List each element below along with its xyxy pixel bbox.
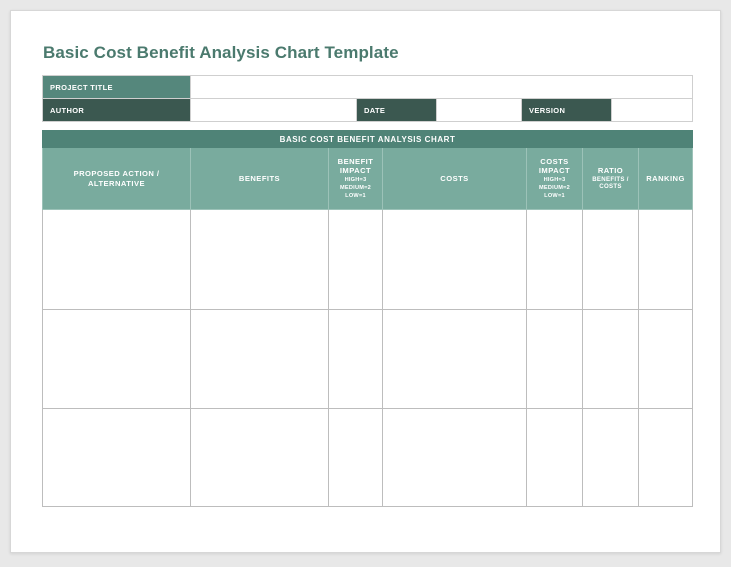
column-header-subline-low: LOW=1 [544, 193, 565, 200]
cell-costs-impact[interactable] [526, 408, 583, 507]
meta-row-author: AUTHOR DATE VERSION 0.0.0 [42, 98, 693, 122]
column-header-subline-high: HIGH=3 [543, 176, 566, 183]
column-header-subline-medium: MEDIUM=2 [339, 184, 372, 191]
column-header-ranking: RANKING [637, 147, 694, 210]
column-header-line2: IMPACT [538, 166, 571, 176]
document-page: Basic Cost Benefit Analysis Chart Templa… [10, 10, 721, 553]
cell-costs[interactable] [382, 209, 527, 310]
cell-ratio[interactable] [582, 408, 639, 507]
date-input[interactable] [436, 98, 522, 122]
column-header-line2: ALTERNATIVE [88, 178, 145, 188]
cell-benefits[interactable] [190, 309, 329, 409]
column-header-line1: COSTS [440, 173, 469, 183]
column-header-subline-low: LOW=1 [345, 193, 366, 200]
cell-ranking[interactable] [637, 309, 694, 409]
column-header-line1: RATIO [597, 166, 624, 176]
cell-ranking[interactable] [637, 209, 694, 310]
project-title-input[interactable] [190, 75, 693, 99]
cell-costs[interactable] [382, 408, 527, 507]
cell-ratio[interactable] [582, 309, 639, 409]
cell-benefit-impact[interactable] [328, 209, 383, 310]
cell-benefits[interactable] [190, 209, 329, 310]
author-label: AUTHOR [42, 98, 191, 122]
column-header-line1: BENEFITS [238, 173, 281, 183]
column-header-benefit-impact: BENEFIT IMPACT HIGH=3 MEDIUM=2 LOW=1 [328, 147, 383, 210]
table-row [42, 209, 694, 310]
date-label: DATE [356, 98, 437, 122]
cell-costs-impact[interactable] [526, 309, 583, 409]
chart-banner-row: BASIC COST BENEFIT ANALYSIS CHART [41, 130, 694, 148]
column-header-subline-high: HIGH=3 [344, 176, 367, 183]
project-title-label: PROJECT TITLE [42, 75, 191, 99]
column-header-costs: COSTS [382, 147, 527, 210]
cell-proposed-action[interactable] [42, 209, 191, 310]
author-input[interactable] [190, 98, 357, 122]
column-header-line1: COSTS [540, 156, 569, 166]
cost-benefit-analysis-table: BASIC COST BENEFIT ANALYSIS CHART PROPOS… [41, 130, 694, 507]
column-header-benefits: BENEFITS [190, 147, 329, 210]
cell-benefit-impact[interactable] [328, 408, 383, 507]
cell-ratio[interactable] [582, 209, 639, 310]
cell-ranking[interactable] [637, 408, 694, 507]
chart-header-row: PROPOSED ACTION / ALTERNATIVE BENEFITS B… [42, 147, 694, 210]
chart-banner-title: BASIC COST BENEFIT ANALYSIS CHART [41, 130, 694, 148]
column-header-subline-costs: COSTS [599, 183, 622, 191]
project-meta-table: PROJECT TITLE AUTHOR DATE VERSION 0.0.0 [42, 75, 693, 122]
version-input[interactable]: 0.0.0 [611, 98, 693, 122]
column-header-line1: PROPOSED ACTION / [73, 169, 160, 179]
cell-costs[interactable] [382, 309, 527, 409]
column-header-line1: BENEFIT [337, 156, 374, 166]
column-header-subline-medium: MEDIUM=2 [538, 184, 571, 191]
cell-benefits[interactable] [190, 408, 329, 507]
cell-proposed-action[interactable] [42, 309, 191, 409]
column-header-ratio: RATIO BENEFITS / COSTS [582, 147, 639, 210]
column-header-costs-impact: COSTS IMPACT HIGH=3 MEDIUM=2 LOW=1 [526, 147, 583, 210]
page-title: Basic Cost Benefit Analysis Chart Templa… [43, 43, 399, 62]
cell-benefit-impact[interactable] [328, 309, 383, 409]
table-row [42, 309, 694, 409]
cell-costs-impact[interactable] [526, 209, 583, 310]
column-header-line1: RANKING [646, 173, 685, 183]
column-header-subline-benefits: BENEFITS / [592, 175, 629, 183]
column-header-line2: IMPACT [339, 166, 372, 176]
table-row [42, 408, 694, 507]
version-label: VERSION [521, 98, 612, 122]
column-header-proposed-action: PROPOSED ACTION / ALTERNATIVE [42, 147, 191, 210]
cell-proposed-action[interactable] [42, 408, 191, 507]
meta-row-project-title: PROJECT TITLE [42, 75, 693, 99]
